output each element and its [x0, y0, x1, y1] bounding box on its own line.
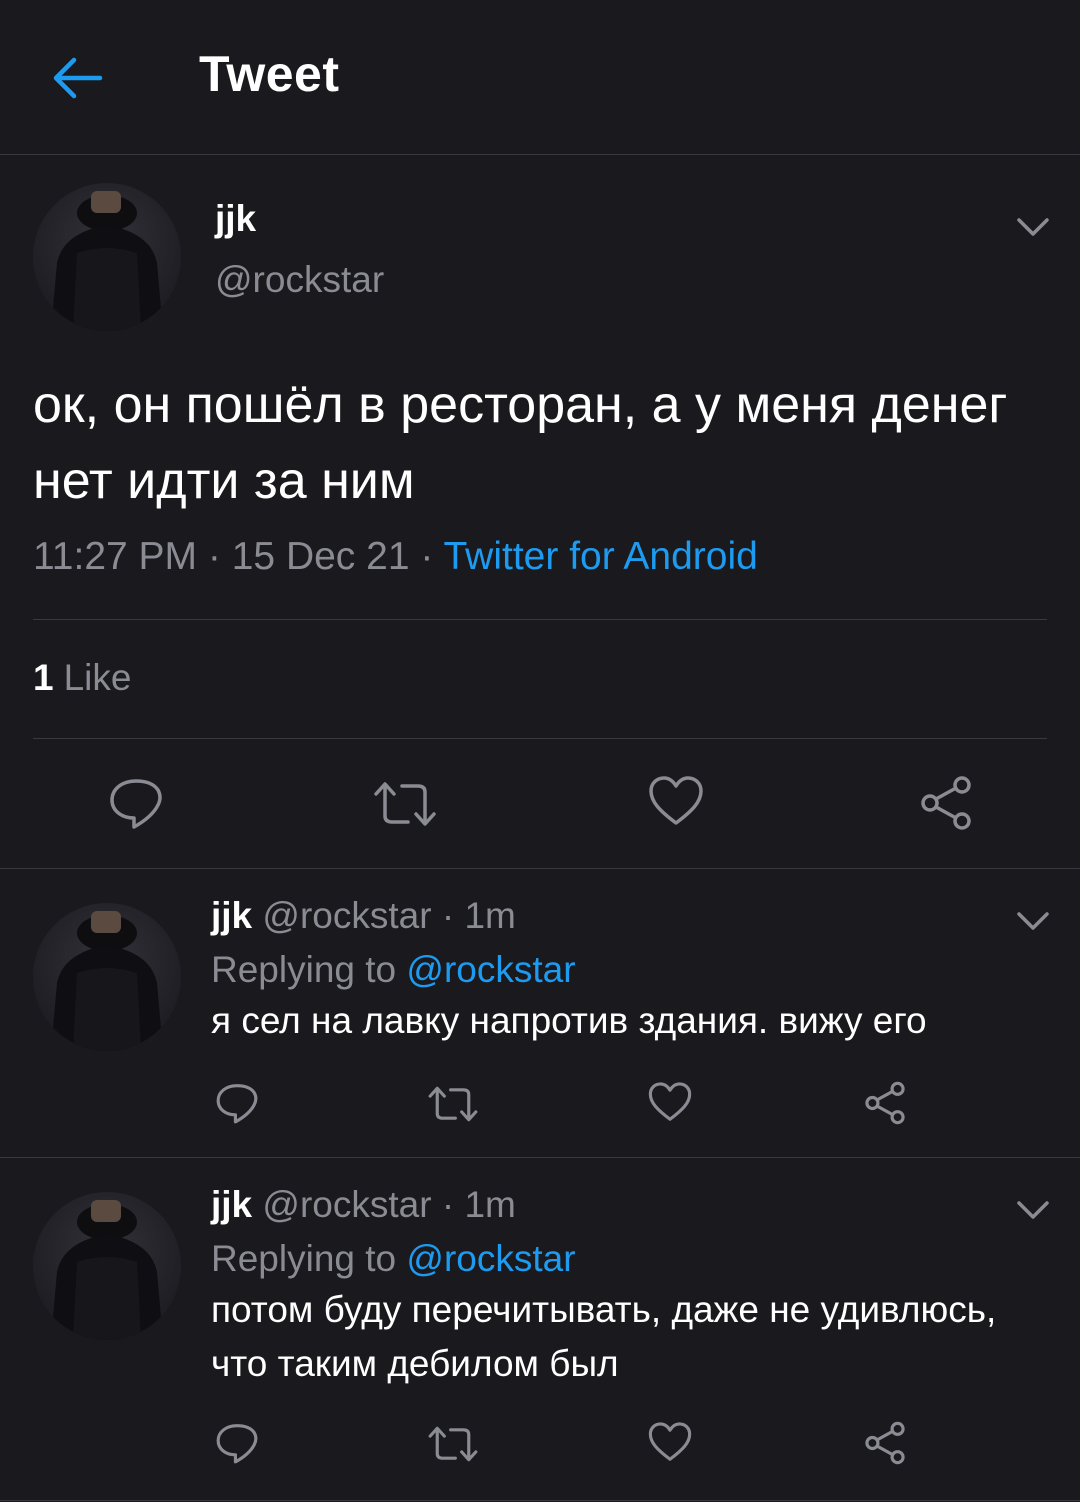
chevron-down-icon[interactable] [1015, 215, 1051, 239]
share-icon [865, 1081, 905, 1125]
replying-to: Replying to @rockstar [211, 1238, 576, 1280]
replying-prefix: Replying to [211, 949, 397, 990]
meta-separator: · [420, 535, 434, 578]
retweet-icon [374, 782, 436, 826]
mention-link[interactable]: @rockstar [406, 949, 575, 990]
retweet-icon [428, 1426, 478, 1462]
author-handle[interactable]: @rockstar [215, 259, 384, 301]
reply-time: 1m [464, 1184, 516, 1225]
reply-header: jjk @rockstar · 1m [211, 1184, 516, 1226]
tweet-meta: 11:27 PM · 15 Dec 21 · Twitter for Andro… [33, 535, 758, 579]
share-button[interactable] [863, 1421, 907, 1470]
author-name[interactable]: jjk [211, 1184, 252, 1225]
reply-tweet[interactable]: jjk @rockstar · 1m Replying to @rockstar… [0, 869, 1080, 1158]
retweet-button[interactable] [427, 1085, 479, 1128]
back-arrow-icon[interactable] [48, 48, 108, 108]
share-icon [921, 776, 971, 830]
like-button[interactable] [648, 1421, 692, 1468]
chevron-down-icon[interactable] [1015, 1198, 1051, 1222]
divider [33, 619, 1047, 620]
top-bar: Tweet [0, 0, 1080, 155]
retweet-icon [428, 1086, 478, 1122]
reply-header: jjk @rockstar · 1m [211, 895, 516, 937]
tweet-source-link[interactable]: Twitter for Android [444, 535, 758, 578]
reply-icon [110, 779, 162, 829]
replying-to: Replying to @rockstar [211, 949, 576, 991]
share-icon [865, 1421, 905, 1465]
likes-count[interactable]: 1 Like [33, 657, 131, 699]
reply-button[interactable] [215, 1081, 259, 1130]
meta-separator: · [441, 1184, 455, 1225]
meta-separator: · [441, 895, 455, 936]
reply-button[interactable] [215, 1421, 259, 1470]
avatar[interactable] [33, 903, 181, 1051]
author-name[interactable]: jjk [215, 198, 256, 240]
likes-number: 1 [33, 657, 54, 698]
chevron-down-icon[interactable] [1015, 909, 1051, 933]
author-handle[interactable]: @rockstar [262, 1184, 431, 1225]
share-button[interactable] [863, 1081, 907, 1130]
author-handle[interactable]: @rockstar [262, 895, 431, 936]
mention-link[interactable]: @rockstar [406, 1238, 575, 1279]
tweet-text: ок, он пошёл в ресторан, а у меня денег … [33, 376, 1008, 510]
retweet-button[interactable] [427, 1425, 479, 1468]
tweet-date: 15 Dec 21 [231, 535, 410, 578]
main-tweet: jjk @rockstar ок, он пошёл в ресторан, а… [0, 155, 1080, 869]
author-name[interactable]: jjk [211, 895, 252, 936]
divider [33, 738, 1047, 739]
like-icon [649, 776, 703, 825]
reply-button[interactable] [108, 775, 164, 836]
tweet-time: 11:27 PM [33, 535, 198, 578]
replying-prefix: Replying to [211, 1238, 397, 1279]
reply-text: потом буду перечитывать, даже не удивлюс… [211, 1289, 997, 1384]
share-button[interactable] [918, 775, 974, 836]
reply-icon [216, 1424, 258, 1464]
reply-icon [216, 1084, 258, 1124]
like-icon [648, 1082, 692, 1121]
meta-separator: · [207, 535, 221, 578]
reply-time: 1m [464, 895, 516, 936]
retweet-button[interactable] [372, 780, 438, 833]
page-title: Tweet [199, 46, 340, 102]
reply-text: я сел на лавку напротив здания. вижу его [211, 1000, 927, 1041]
like-button[interactable] [648, 1081, 692, 1128]
like-button[interactable] [648, 775, 704, 832]
reply-tweet[interactable]: jjk @rockstar · 1m Replying to @rockstar… [0, 1158, 1080, 1501]
avatar[interactable] [33, 1192, 181, 1340]
avatar[interactable] [33, 183, 181, 331]
likes-label: Like [63, 657, 132, 698]
like-icon [648, 1422, 692, 1461]
